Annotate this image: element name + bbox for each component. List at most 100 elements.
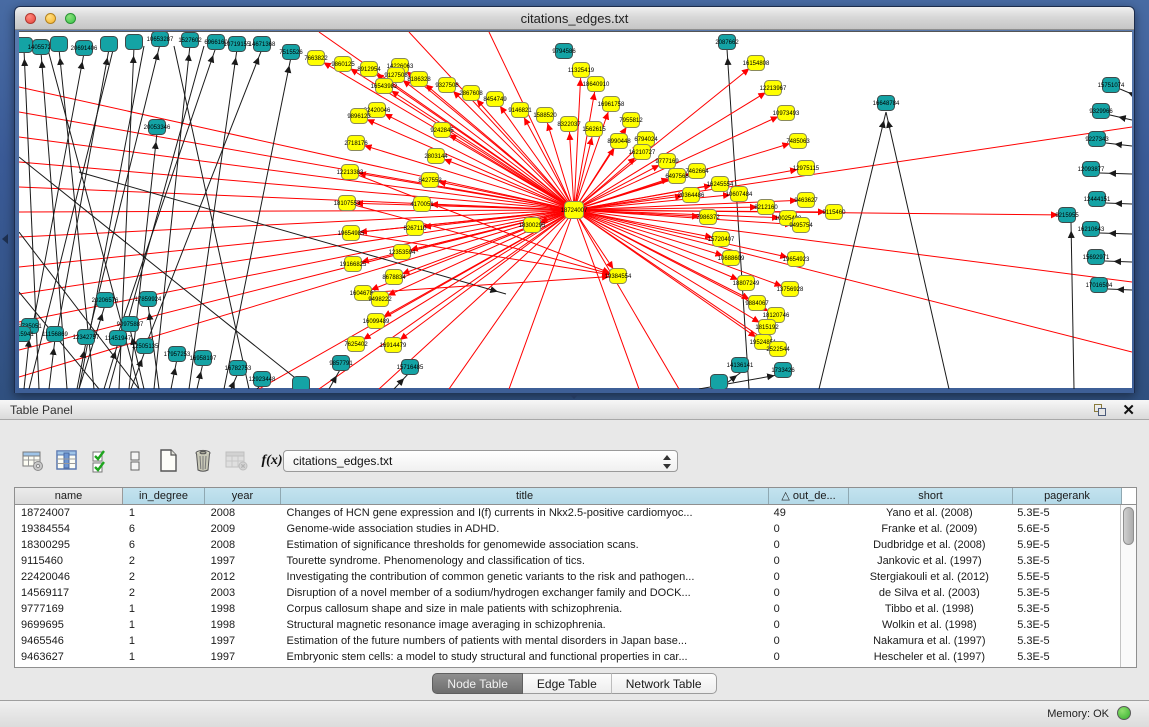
collapse-left-panel-icon[interactable] xyxy=(2,234,8,244)
table-row[interactable]: 911546021997Tourette syndrome. Phenomeno… xyxy=(15,553,1120,569)
graph-edge[interactable] xyxy=(1106,203,1132,204)
graph-edge[interactable] xyxy=(436,156,574,210)
table-row[interactable]: 1456911722003Disruption of a novel membe… xyxy=(15,585,1120,601)
graph-edge[interactable] xyxy=(377,110,574,210)
graph-node[interactable]: 9794586 xyxy=(552,44,576,59)
graph-node[interactable]: 2803144 xyxy=(424,149,448,164)
graph-node[interactable]: 1562615 xyxy=(582,122,606,137)
table-row[interactable]: 2242004622012Investigating the contribut… xyxy=(15,569,1120,585)
graph-edge[interactable] xyxy=(1071,222,1074,389)
graph-edge[interactable] xyxy=(384,86,574,210)
graph-node[interactable]: 8427552 xyxy=(418,173,442,188)
column-header-out_degree[interactable]: △ out_de... xyxy=(769,488,849,504)
graph-node[interactable] xyxy=(101,37,118,52)
graph-edge[interactable] xyxy=(1110,115,1132,120)
table-panel-titlebar[interactable]: Table Panel ✕ xyxy=(0,400,1149,420)
graph-node[interactable]: 11156869 xyxy=(42,327,68,342)
graph-edge[interactable] xyxy=(1106,143,1132,146)
graph-node[interactable]: 10973493 xyxy=(773,106,800,121)
table-row[interactable]: 1872400712008Changes of HCN gene express… xyxy=(15,505,1120,521)
graph-node[interactable]: 20691406 xyxy=(71,41,98,56)
graph-node[interactable]: 1527602 xyxy=(178,33,202,48)
graph-node[interactable] xyxy=(51,37,68,52)
graph-node[interactable]: 17957253 xyxy=(164,347,191,362)
graph-edge[interactable] xyxy=(154,45,190,389)
column-header-short[interactable]: short xyxy=(849,488,1013,504)
graph-node[interactable] xyxy=(293,377,310,390)
graph-edge[interactable] xyxy=(79,305,105,389)
column-header-title[interactable]: title xyxy=(281,488,769,504)
graph-edge[interactable] xyxy=(57,49,109,333)
column-header-in_degree[interactable]: in_degree xyxy=(123,488,205,504)
graph-edge[interactable] xyxy=(329,368,341,389)
graph-edge[interactable] xyxy=(147,49,262,342)
scrollbar-thumb[interactable] xyxy=(1123,507,1134,545)
graph-node[interactable]: 16210643 xyxy=(1078,222,1105,237)
window-titlebar[interactable]: citations_edges.txt xyxy=(15,7,1134,30)
graph-node[interactable]: 9777169 xyxy=(655,154,679,169)
graph-node[interactable]: 15716485 xyxy=(397,360,424,375)
graph-edge[interactable] xyxy=(19,210,574,212)
graph-node[interactable]: 8454749 xyxy=(483,92,507,107)
graph-node[interactable]: 9215955 xyxy=(1055,208,1079,223)
citation-graph[interactable]: 1405572420691406106532871527602696616010… xyxy=(19,32,1132,389)
graph-node[interactable]: 18107553 xyxy=(334,196,361,211)
graph-node[interactable]: 90975887 xyxy=(117,317,144,332)
graph-edge[interactable] xyxy=(1120,89,1132,94)
graph-edge[interactable] xyxy=(819,112,886,389)
graph-node[interactable]: 9857791 xyxy=(329,356,353,371)
close-panel-icon[interactable]: ✕ xyxy=(1122,401,1135,419)
graph-edge[interactable] xyxy=(574,210,639,389)
tab-edge-table[interactable]: Edge Table xyxy=(523,673,612,694)
node-attribute-table[interactable]: namein_degreeyeartitle△ out_de...shortpa… xyxy=(14,487,1137,668)
tab-node-table[interactable]: Node Table xyxy=(432,673,523,694)
graph-node[interactable]: 9327508 xyxy=(435,78,459,93)
row-height-icon[interactable] xyxy=(120,446,150,476)
graph-node[interactable]: 10719155 xyxy=(224,37,251,52)
column-header-year[interactable]: year xyxy=(205,488,281,504)
graph-node[interactable]: 12213383 xyxy=(337,165,364,180)
new-column-icon[interactable] xyxy=(154,446,184,476)
graph-edge[interactable] xyxy=(353,210,574,264)
graph-node[interactable]: 1733426 xyxy=(771,363,795,378)
graph-node[interactable]: 2522544 xyxy=(766,342,790,357)
graph-edge[interactable] xyxy=(49,339,55,389)
table-row[interactable]: 969969511998Structural magnetic resonanc… xyxy=(15,617,1120,633)
column-visibility-icon[interactable] xyxy=(52,446,82,476)
delete-table-icon[interactable] xyxy=(222,446,252,476)
network-canvas[interactable]: 1405572420691406106532871527602696616010… xyxy=(19,31,1132,388)
graph-node[interactable]: 18640910 xyxy=(583,77,610,92)
graph-node[interactable]: 7955812 xyxy=(619,113,643,128)
graph-node[interactable]: 2718176 xyxy=(344,136,368,151)
graph-node[interactable]: 9115460 xyxy=(823,205,847,220)
graph-node[interactable]: 19166825 xyxy=(340,257,367,272)
graph-node[interactable]: 2867608 xyxy=(459,86,483,101)
table-row[interactable]: 946554611997Estimation of the future num… xyxy=(15,633,1120,649)
table-settings-icon[interactable] xyxy=(18,446,48,476)
graph-node[interactable]: 12093877 xyxy=(1078,162,1105,177)
graph-node[interactable]: 7515526 xyxy=(279,45,303,60)
graph-edge[interactable] xyxy=(197,363,203,389)
delete-column-icon[interactable] xyxy=(188,446,218,476)
graph-node[interactable]: 16782753 xyxy=(225,361,252,376)
graph-node[interactable]: 18807249 xyxy=(733,276,760,291)
graph-node[interactable]: 9884067 xyxy=(745,296,769,311)
graph-node[interactable]: 7462664 xyxy=(685,164,709,179)
graph-node[interactable]: 8912954 xyxy=(357,62,381,77)
graph-node[interactable]: 16154808 xyxy=(743,56,770,71)
graph-node[interactable]: 15692971 xyxy=(1083,250,1110,265)
vertical-scrollbar[interactable] xyxy=(1120,505,1136,667)
graph-node[interactable]: 16648784 xyxy=(873,96,900,111)
graph-node[interactable]: 9329966 xyxy=(1089,104,1113,119)
graph-node[interactable]: 9227343 xyxy=(1085,132,1109,147)
graph-edge[interactable] xyxy=(574,210,1132,352)
table-row[interactable]: 977716911998Corpus callosum shape and si… xyxy=(15,601,1120,617)
graph-edge[interactable] xyxy=(19,162,574,210)
graph-node[interactable]: 8990448 xyxy=(607,134,631,149)
graph-node[interactable]: 12923448 xyxy=(249,372,276,387)
graph-edge[interactable] xyxy=(574,210,767,327)
graph-edge[interactable] xyxy=(171,359,177,389)
graph-edge[interactable] xyxy=(1105,261,1132,262)
graph-node[interactable]: 9495754 xyxy=(789,218,813,233)
graph-node[interactable]: 9463627 xyxy=(794,193,818,208)
